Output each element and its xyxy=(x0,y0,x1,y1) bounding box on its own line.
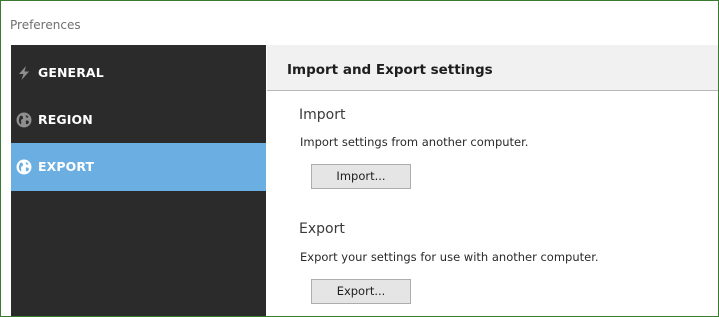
sidebar-item-general[interactable]: GENERAL xyxy=(11,49,266,97)
sidebar-item-export[interactable]: EXPORT xyxy=(11,143,266,191)
sidebar-item-label: REGION xyxy=(38,112,93,127)
sidebar: GENERAL REGION EXPORT xyxy=(11,45,266,316)
import-button[interactable]: Import... xyxy=(311,164,411,189)
lightning-icon xyxy=(16,65,32,81)
import-section-title: Import xyxy=(299,107,346,123)
sidebar-item-label: GENERAL xyxy=(38,65,104,80)
content-header: Import and Export settings xyxy=(267,45,718,91)
import-description: Import settings from another computer. xyxy=(300,135,529,149)
title-bar: Preferences xyxy=(1,1,718,43)
sidebar-item-region[interactable]: REGION xyxy=(11,96,266,144)
globe-icon xyxy=(16,112,32,128)
export-section-title: Export xyxy=(299,221,345,237)
content-panel: Import and Export settings Import Import… xyxy=(267,45,718,316)
globe-icon xyxy=(16,159,32,175)
window-title: Preferences xyxy=(10,18,81,32)
export-button[interactable]: Export... xyxy=(311,279,411,304)
page-title: Import and Export settings xyxy=(287,62,493,78)
export-description: Export your settings for use with anothe… xyxy=(300,250,599,264)
sidebar-item-label: EXPORT xyxy=(38,159,95,174)
preferences-window: Preferences GENERAL REGION EXPORT Import… xyxy=(0,0,719,317)
